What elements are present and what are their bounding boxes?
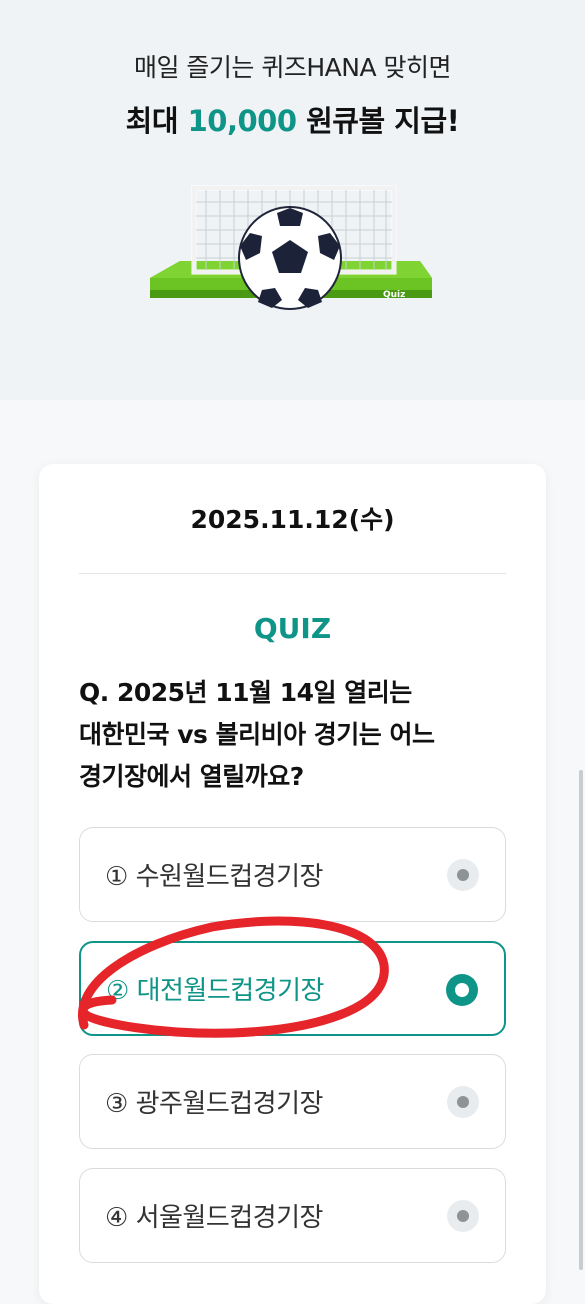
quiz-question: Q. 2025년 11월 14일 열리는 대한민국 vs 볼리비아 경기는 어느… bbox=[79, 678, 435, 791]
answer-option-4[interactable]: ④ 서울월드컵경기장 bbox=[79, 1168, 506, 1263]
hero-title-prefix: 최대 bbox=[125, 104, 188, 138]
quiz-date: 2025.11.12(수) bbox=[190, 505, 395, 534]
answer-option-1[interactable]: ① 수원월드컵경기장 bbox=[79, 827, 506, 922]
hero-title: 최대 10,000 원큐볼 지급! bbox=[0, 98, 585, 140]
answer-option-2[interactable]: ② 대전월드컵경기장 bbox=[79, 941, 506, 1036]
hero-banner: 매일 즐기는 퀴즈HANA 맞히면 최대 10,000 원큐볼 지급! Quiz bbox=[0, 0, 585, 400]
hero-title-suffix: 원큐볼 지급! bbox=[296, 104, 460, 138]
hero-title-amount: 10,000 bbox=[187, 104, 297, 138]
hero-subtitle: 매일 즐기는 퀴즈HANA 맞히면 bbox=[133, 53, 452, 82]
answer-option-label: ③ 광주월드컵경기장 bbox=[105, 1089, 323, 1119]
quiz-title: QUIZ bbox=[253, 612, 332, 645]
divider bbox=[79, 573, 506, 574]
answer-option-label: ④ 서울월드컵경기장 bbox=[105, 1203, 323, 1233]
radio-selected-icon[interactable] bbox=[446, 974, 478, 1006]
radio-icon[interactable] bbox=[447, 859, 479, 891]
answer-option-label: ① 수원월드컵경기장 bbox=[105, 862, 323, 892]
radio-icon[interactable] bbox=[447, 1200, 479, 1232]
answer-option-3[interactable]: ③ 광주월드컵경기장 bbox=[79, 1054, 506, 1149]
soccer-ball-goal-illustration: Quiz bbox=[150, 185, 432, 310]
radio-icon[interactable] bbox=[447, 1086, 479, 1118]
answer-option-label: ② 대전월드컵경기장 bbox=[106, 976, 324, 1006]
scrollbar[interactable] bbox=[579, 770, 583, 1270]
illustration-quiz-text: Quiz bbox=[383, 290, 405, 300]
